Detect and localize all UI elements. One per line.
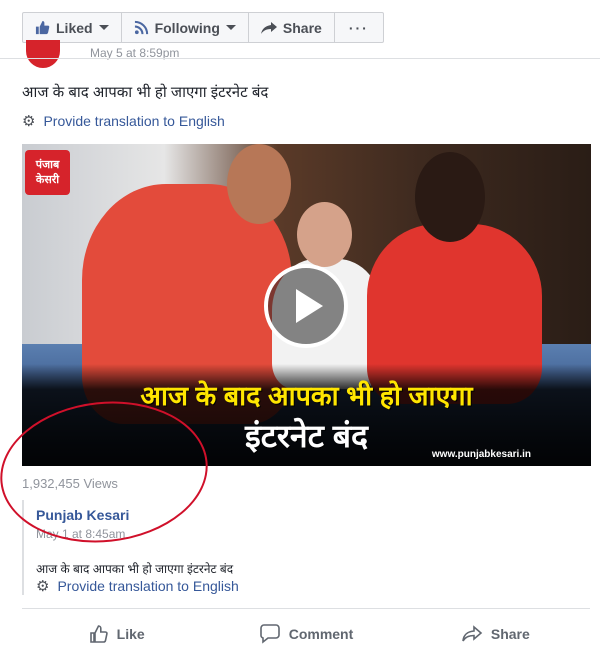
comment-button[interactable]: Comment [211,618,400,650]
share-arrow-icon [260,21,277,34]
man-head [227,144,291,224]
video-player[interactable]: पंजाब केसरी आज के बाद आपका भी हो जाएगा इ… [22,144,591,466]
girl-head [297,202,352,267]
gear-icon: ⚙ [36,578,50,595]
translate-label: Provide translation to English [43,113,225,129]
shared-translate-label: Provide translation to English [57,578,239,594]
video-watermark: www.punjabkesari.in [431,449,531,460]
liked-button[interactable]: Liked [23,13,122,42]
comment-icon [259,624,280,644]
chevron-down-icon [98,25,109,30]
shared-page-name[interactable]: Punjab Kesari [36,507,129,523]
liked-label: Liked [56,19,93,36]
share-page-button[interactable]: Share [249,13,335,42]
rss-icon [134,20,148,35]
play-button[interactable] [264,264,348,348]
woman-head [415,152,485,242]
shared-post-border [22,500,24,595]
share-button[interactable]: Share [401,618,590,650]
shared-timestamp[interactable]: May 1 at 8:45am [36,527,125,541]
thumbs-up-outline-icon [89,625,108,643]
following-button[interactable]: Following [122,13,249,42]
more-options-icon: ··· [348,19,369,36]
chevron-down-icon [225,25,236,30]
translate-link[interactable]: ⚙ Provide translation to English [22,112,225,130]
punjab-kesari-logo: पंजाब केसरी [25,150,70,195]
share-label: Share [490,626,530,642]
following-label: Following [154,19,220,36]
reaction-bar: Like Comment Share [22,618,590,650]
page-avatar[interactable] [26,40,60,68]
share-page-label: Share [282,19,322,36]
reactions-divider [22,608,590,609]
shared-translate-link[interactable]: ⚙ Provide translation to English [36,577,239,595]
page-action-bar: Liked Following Share ··· [22,12,384,43]
video-caption-line1: आज के बाद आपका भी हो जाएगा [140,381,473,411]
shared-post-text: आज के बाद आपका भी हो जाएगा इंटरनेट बंद [36,562,234,576]
more-options-button[interactable]: ··· [335,13,383,42]
comment-label: Comment [288,626,354,642]
header-divider [0,58,600,59]
like-button[interactable]: Like [22,618,211,650]
like-label: Like [116,626,145,642]
play-icon [296,289,323,323]
thumbs-up-icon [35,20,50,35]
view-count: 1,932,455 Views [22,476,118,491]
post-text: आज के बाद आपका भी हो जाएगा इंटरनेट बंद [22,84,269,101]
share-outline-icon [462,625,483,642]
gear-icon: ⚙ [22,113,36,130]
